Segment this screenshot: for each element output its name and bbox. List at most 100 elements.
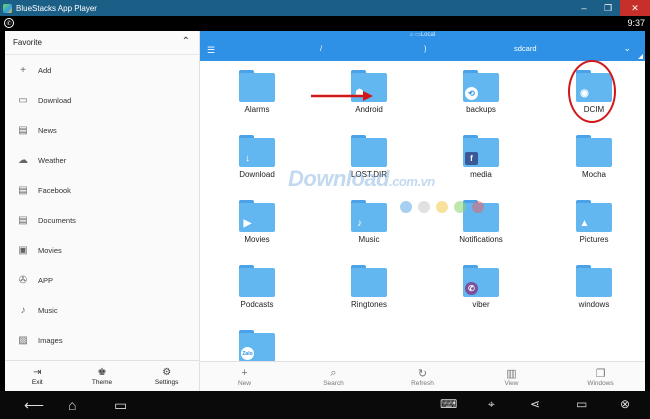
- folder-item[interactable]: Mocha: [544, 126, 644, 186]
- close-button[interactable]: ✕: [620, 0, 650, 16]
- music-icon: ♪: [20, 304, 26, 316]
- whatsapp-notification-icon: ✆: [4, 18, 14, 28]
- sidebar-item-label: Documents: [38, 215, 76, 225]
- sidebar-item-images[interactable]: ▨ Images: [5, 325, 199, 355]
- chevron-down-icon[interactable]: ⌄: [623, 43, 631, 54]
- theme-button[interactable]: ♚ Theme: [70, 361, 135, 391]
- backup-badge-icon: ⟲: [465, 87, 478, 100]
- breadcrumb-root[interactable]: /: [320, 44, 322, 53]
- recent-apps-icon[interactable]: ▭: [114, 397, 127, 414]
- home-icon[interactable]: ⌂: [68, 397, 76, 413]
- path-toolbar: ⌂ ▭Local ☰ / ) sdcard ⌄: [200, 31, 645, 61]
- folder-label: Mocha: [581, 170, 606, 179]
- folder-item[interactable]: ▶ Movies: [207, 191, 307, 251]
- watermark-dot: [454, 201, 466, 213]
- folder-item[interactable]: Notifications: [431, 191, 531, 251]
- image-icon: ▨: [18, 334, 28, 346]
- watermark-dot: [436, 201, 448, 213]
- sidebar-item-music[interactable]: ♪ Music: [5, 295, 199, 325]
- folder-label: Ringtones: [350, 300, 388, 309]
- new-label: New: [237, 379, 251, 387]
- bluestacks-logo-icon: [3, 3, 12, 13]
- watermark-dot: [400, 201, 412, 213]
- sidebar-item-download[interactable]: ▭ Download: [5, 85, 199, 115]
- title-bar: BlueStacks App Player – ❐ ✕: [0, 0, 650, 16]
- action-bar: + New ⌕ Search ↻ Refresh ▥ View ❐ Windows: [200, 361, 645, 391]
- facebook-badge-icon: f: [465, 152, 478, 165]
- new-button[interactable]: + New: [200, 362, 289, 391]
- folder-item[interactable]: ♪ Music: [319, 191, 419, 251]
- close-app-icon[interactable]: ⊗: [620, 397, 630, 411]
- menu-icon[interactable]: ☰: [207, 45, 215, 56]
- zalo-badge-icon: Zalo: [241, 347, 254, 360]
- sidebar-item-add[interactable]: + Add: [5, 55, 199, 85]
- folder-icon: [576, 265, 612, 297]
- location-text: Local: [420, 32, 436, 38]
- sidebar-item-documents[interactable]: ▤ Documents: [5, 205, 199, 235]
- view-button[interactable]: ▥ View: [467, 362, 556, 391]
- plus-icon: +: [241, 366, 248, 379]
- sidebar-item-weather[interactable]: ☁ Weather: [5, 145, 199, 175]
- windows-label: Windows: [587, 379, 614, 387]
- viber-badge-icon: ✆: [465, 282, 478, 295]
- search-icon: ⌕: [330, 366, 337, 379]
- view-label: View: [504, 379, 519, 387]
- maximize-button[interactable]: ❐: [596, 0, 620, 16]
- back-icon[interactable]: ⟵: [24, 397, 44, 414]
- folder-label: backups: [466, 105, 496, 114]
- folder-item[interactable]: ✆ viber: [431, 256, 531, 316]
- refresh-icon: ↻: [417, 367, 428, 380]
- folder-label: Alarms: [244, 105, 270, 114]
- annotation-circle: [568, 60, 616, 123]
- watermark-text: Download: [288, 166, 390, 191]
- exit-button[interactable]: ⇥ Exit: [5, 361, 70, 391]
- rotate-icon[interactable]: ▭: [576, 397, 587, 411]
- folder-item[interactable]: windows: [544, 256, 644, 316]
- search-button[interactable]: ⌕ Search: [289, 362, 378, 391]
- folder-item[interactable]: ▲ Pictures: [544, 191, 644, 251]
- minimize-button[interactable]: –: [572, 0, 596, 16]
- picture-badge-icon: ▲: [579, 218, 590, 229]
- status-clock: 9:37: [627, 18, 645, 28]
- window-title: BlueStacks App Player: [16, 3, 97, 13]
- movie-icon: ▣: [18, 244, 28, 256]
- keyboard-icon[interactable]: ⌨: [440, 397, 457, 411]
- watermark-suffix: .com.vn: [389, 174, 435, 189]
- folder-label: viber: [472, 300, 490, 309]
- folder-item[interactable]: Ringtones: [319, 256, 419, 316]
- watermark-dot: [418, 201, 430, 213]
- folder-item[interactable]: Alarms: [207, 61, 307, 121]
- folder-item[interactable]: ⟲ backups: [431, 61, 531, 121]
- breadcrumb-sdcard[interactable]: sdcard: [514, 44, 537, 53]
- exit-icon: ⇥: [33, 366, 42, 378]
- share-icon[interactable]: ⋖: [530, 397, 540, 411]
- sidebar-item-app[interactable]: ✇ APP: [5, 265, 199, 295]
- music-badge-icon: ♪: [357, 218, 362, 229]
- folder-label: media: [470, 170, 492, 179]
- sidebar-item-facebook[interactable]: ▤ Facebook: [5, 175, 199, 205]
- folder-item[interactable]: Podcasts: [207, 256, 307, 316]
- folder-icon: [239, 265, 275, 297]
- gear-icon: ⚙: [162, 366, 172, 378]
- refresh-label: Refresh: [411, 379, 434, 387]
- exit-label: Exit: [31, 378, 43, 386]
- sidebar-item-news[interactable]: ▤ News: [5, 115, 199, 145]
- favorite-header[interactable]: Favorite ⌃: [5, 31, 199, 55]
- sidebar-item-movies[interactable]: ▣ Movies: [5, 235, 199, 265]
- settings-button[interactable]: ⚙ Settings: [134, 361, 199, 391]
- folder-label: windows: [578, 300, 610, 309]
- location-icon[interactable]: ⌖: [488, 397, 495, 412]
- folder-label: Download: [239, 170, 275, 179]
- windows-button[interactable]: ❐ Windows: [556, 362, 645, 391]
- folder-item[interactable]: f media: [431, 126, 531, 186]
- window-controls: – ❐ ✕: [572, 0, 650, 16]
- breadcrumb-separator: ): [424, 44, 427, 53]
- cloud-icon: ☁: [18, 154, 28, 166]
- refresh-button[interactable]: ↻ Refresh: [378, 362, 467, 391]
- chevron-up-icon[interactable]: ⌃: [182, 36, 190, 47]
- folder-label: Notifications: [459, 235, 503, 244]
- search-label: Search: [323, 379, 344, 387]
- sidebar-item-label: APP: [38, 275, 54, 285]
- movie-badge-icon: ▶: [243, 218, 252, 229]
- folder-icon: ✆: [463, 265, 499, 297]
